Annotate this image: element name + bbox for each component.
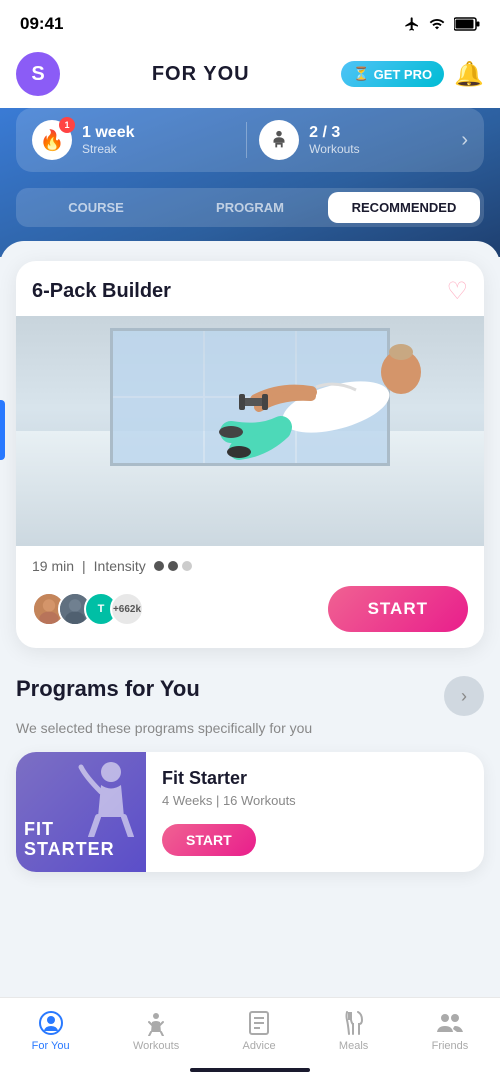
intensity-label: Intensity [94, 558, 146, 574]
person-icon [268, 129, 290, 151]
streak-text: 1 week Streak [82, 124, 134, 156]
workout-card-title: 6-Pack Builder [32, 280, 171, 303]
for-you-icon [38, 1010, 64, 1036]
left-indicator [0, 400, 5, 460]
page-title: FOR YOU [152, 63, 250, 86]
program-info: Fit Starter 4 Weeks | 16 Workouts START [146, 752, 484, 872]
programs-title: Programs for You [16, 676, 200, 702]
status-time: 09:41 [20, 14, 63, 34]
streak-icon-circle: 🔥 1 [32, 120, 72, 160]
workouts-text: 2 / 3 Workouts [309, 124, 359, 156]
app-header: S FOR YOU ⏳ GET PRO 🔔 [0, 44, 500, 108]
main-content: 6-Pack Builder ♡ [0, 241, 500, 982]
battery-icon [454, 17, 480, 31]
workout-meta-left: 19 min | Intensity [32, 558, 192, 574]
nav-workouts[interactable]: Workouts [117, 1006, 195, 1056]
home-indicator [190, 1068, 310, 1072]
workout-card-header: 6-Pack Builder ♡ [16, 261, 484, 316]
streak-value: 1 week [82, 124, 134, 142]
nav-advice-label: Advice [243, 1040, 276, 1052]
hero-section: 🔥 1 1 week Streak 2 / 3 Workouts › [0, 108, 500, 257]
nav-friends[interactable]: Friends [416, 1006, 485, 1056]
nav-meals[interactable]: Meals [323, 1006, 384, 1056]
programs-nav-button[interactable]: › [444, 676, 484, 716]
tab-program[interactable]: PROGRAM [174, 192, 326, 223]
start-workout-button[interactable]: START [328, 586, 468, 632]
tab-course[interactable]: COURSE [20, 192, 172, 223]
nav-for-you-label: For You [32, 1040, 70, 1052]
gym-scene [16, 316, 484, 546]
user-avatar-count: +662k [110, 592, 144, 626]
stats-arrow-icon: › [461, 129, 468, 152]
meta-divider: | [82, 558, 86, 574]
workout-card-footer: 19 min | Intensity [16, 546, 484, 648]
workout-card-meta: 19 min | Intensity [32, 558, 468, 574]
workouts-value: 2 / 3 [309, 124, 359, 142]
friends-nav-icon [435, 1010, 465, 1036]
chevron-right-icon: › [461, 686, 467, 707]
bottom-spacer [16, 872, 484, 962]
user-avatars: T +662k [32, 592, 144, 626]
workout-card-image [16, 316, 484, 546]
tab-recommended[interactable]: RECOMMENDED [328, 192, 480, 223]
workout-card-bottom: T +662k START [32, 586, 468, 632]
workouts-icon-circle [259, 120, 299, 160]
streak-badge: 1 [59, 117, 75, 133]
dot-1 [154, 561, 164, 571]
nav-meals-label: Meals [339, 1040, 368, 1052]
avatar[interactable]: S [16, 52, 60, 96]
workouts-stat: 2 / 3 Workouts [259, 120, 461, 160]
hourglass-icon: ⏳ [353, 66, 369, 82]
content-tabs: COURSE PROGRAM RECOMMENDED [16, 188, 484, 227]
nav-advice[interactable]: Advice [227, 1006, 292, 1056]
status-bar: 09:41 [0, 0, 500, 44]
workouts-nav-icon [143, 1010, 169, 1036]
program-card: FITSTARTER Fit Starter 4 Weeks | 16 Work… [16, 752, 484, 872]
get-pro-label: GET PRO [374, 67, 433, 82]
nav-for-you[interactable]: For You [16, 1006, 86, 1056]
duration-value: 19 min [32, 558, 74, 574]
workout-card: 6-Pack Builder ♡ [16, 261, 484, 648]
status-icons [404, 16, 480, 32]
bell-icon[interactable]: 🔔 [454, 60, 484, 89]
exercise-figure [181, 316, 461, 512]
get-pro-button[interactable]: ⏳ GET PRO [341, 61, 444, 87]
header-actions: ⏳ GET PRO 🔔 [341, 60, 484, 89]
airplane-icon [404, 16, 420, 32]
advice-nav-icon [246, 1010, 272, 1036]
program-card-image: FITSTARTER [16, 752, 146, 872]
meals-nav-icon [341, 1010, 367, 1036]
program-meta: 4 Weeks | 16 Workouts [162, 793, 468, 808]
stats-bar: 🔥 1 1 week Streak 2 / 3 Workouts › [16, 108, 484, 172]
program-image-title: FITSTARTER [24, 820, 138, 860]
wifi-icon [428, 16, 446, 32]
workouts-label: Workouts [309, 142, 359, 156]
fire-icon: 🔥 [40, 128, 65, 153]
stat-divider [246, 122, 247, 158]
nav-workouts-label: Workouts [133, 1040, 179, 1052]
intensity-dots [154, 561, 192, 571]
programs-subtitle: We selected these programs specifically … [16, 720, 484, 736]
nav-friends-label: Friends [432, 1040, 469, 1052]
program-start-button[interactable]: START [162, 824, 256, 856]
streak-stat: 🔥 1 1 week Streak [32, 120, 234, 160]
program-name: Fit Starter [162, 768, 468, 789]
favorite-icon[interactable]: ♡ [446, 277, 468, 306]
streak-label: Streak [82, 142, 134, 156]
dot-3 [182, 561, 192, 571]
dot-2 [168, 561, 178, 571]
programs-section-header: Programs for You › [16, 676, 484, 716]
